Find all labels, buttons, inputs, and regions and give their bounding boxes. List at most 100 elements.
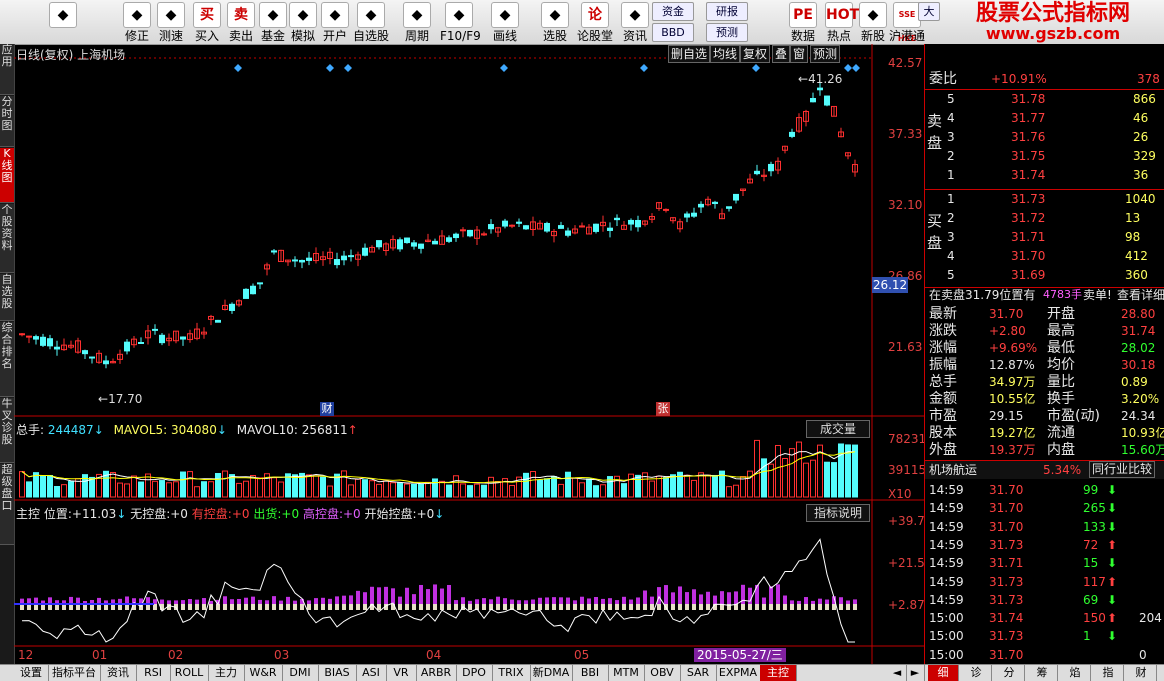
candle: [509, 224, 515, 227]
indicator-bar: [447, 584, 451, 604]
toolbar-item-label: 测速: [158, 29, 183, 43]
toolbar-item[interactable]: ◆ F10/F9: [440, 0, 481, 44]
toolbar-item[interactable]: ◆ 画线: [486, 0, 524, 44]
indicator-tab[interactable]: ASI: [356, 665, 387, 681]
toolbar-item[interactable]: ◆ 周期: [398, 0, 436, 44]
nav-right-icon[interactable]: ►: [906, 665, 925, 681]
indicator-tab[interactable]: W&R: [244, 665, 283, 681]
indicator-tab[interactable]: 指标平台: [48, 665, 101, 681]
chart-control-button[interactable]: 窗: [790, 45, 809, 63]
indicator-tab[interactable]: 资讯: [100, 665, 137, 681]
indicator-tab[interactable]: DMI: [282, 665, 319, 681]
yanbao-button[interactable]: 研报: [706, 2, 748, 21]
left-tab[interactable]: 自选股: [0, 274, 14, 321]
zijin-button[interactable]: 资金: [652, 2, 694, 21]
indicator-tab[interactable]: BBI: [572, 665, 609, 681]
toolbar-item[interactable]: 买买入: [188, 0, 226, 44]
chart-control-button[interactable]: 预测: [810, 45, 841, 63]
da-button[interactable]: 大: [918, 2, 940, 21]
detail-tab[interactable]: 财: [1126, 665, 1157, 681]
chart-control-button[interactable]: 均线: [710, 45, 741, 63]
notice-tail: 卖单!: [1083, 288, 1112, 302]
toolbar-item[interactable]: ◆ 资讯: [616, 0, 654, 44]
volume-bar: [404, 483, 410, 498]
toolbar-item[interactable]: ◆: [44, 0, 82, 44]
toolbar-item[interactable]: ◆ 修正: [118, 0, 156, 44]
indicator-tab[interactable]: MTM: [608, 665, 645, 681]
toolbar-item[interactable]: 论论股堂: [576, 0, 614, 44]
volume-bar: [194, 486, 200, 498]
industry-compare-button[interactable]: 同行业比较: [1089, 461, 1156, 478]
detail-tab[interactable]: 诊: [961, 665, 992, 681]
volume-bar: [649, 480, 655, 498]
left-tab[interactable]: 超级盘口: [0, 464, 14, 545]
indicator-tab[interactable]: SAR: [680, 665, 717, 681]
ind-l2: 有控盘:: [191, 507, 232, 521]
indicator-tab[interactable]: ROLL: [170, 665, 209, 681]
indicator-tab[interactable]: DPO: [456, 665, 493, 681]
indicator-base-bar: [846, 604, 850, 610]
detail-tab[interactable]: 焰: [1060, 665, 1091, 681]
notice-link[interactable]: 查看详细: [1117, 286, 1164, 304]
indicator-bar: [818, 598, 822, 604]
toolbar-item[interactable]: ◆ 选股: [536, 0, 574, 44]
detail-tab[interactable]: 筹: [1027, 665, 1058, 681]
volume-indicator-button[interactable]: 成交量: [806, 420, 870, 438]
indicator-tab[interactable]: ARBR: [416, 665, 457, 681]
tick-time: 15:00: [929, 647, 964, 662]
indicator-tab[interactable]: 设置: [14, 665, 49, 681]
left-tab[interactable]: 牛叉诊股: [0, 398, 14, 463]
indicator-bar: [650, 596, 654, 604]
nav-left-icon[interactable]: ◄: [888, 665, 907, 681]
chart-control-button[interactable]: 复权: [740, 45, 771, 63]
indicator-tab[interactable]: BIAS: [318, 665, 357, 681]
candle: [152, 328, 158, 331]
toolbar-item[interactable]: ◆ 测速: [152, 0, 190, 44]
tick-price: 31.73: [989, 629, 1024, 644]
bbd-button[interactable]: BBD: [652, 23, 694, 42]
indicator-tab[interactable]: VR: [386, 665, 417, 681]
yuce-button[interactable]: 预测: [706, 23, 748, 42]
kline-chart[interactable]: [14, 44, 924, 664]
indicator-bar: [622, 596, 626, 604]
kline-chart-area[interactable]: 日线(复权) 上海机场 删自选 均线 复权叠窗预测 42.57 37.33 32.1…: [14, 44, 932, 664]
indicator-tab[interactable]: TRIX: [492, 665, 531, 681]
indicator-tab[interactable]: RSI: [136, 665, 171, 681]
detail-tab[interactable]: 指: [1093, 665, 1124, 681]
toolbar-item[interactable]: ◆ 自选股: [352, 0, 390, 44]
volume-bar: [271, 477, 277, 498]
indicator-bar: [846, 600, 850, 604]
detail-tab[interactable]: 分: [994, 665, 1025, 681]
finance-marker[interactable]: 财: [320, 402, 334, 416]
indicator-base-bar: [531, 604, 535, 610]
toolbar-item[interactable]: HOT 热点: [820, 0, 859, 44]
left-tab[interactable]: 应用: [0, 44, 14, 95]
tick-price: 31.71: [989, 556, 1024, 571]
indicator-help-button[interactable]: 指标说明: [806, 504, 870, 522]
price-axis-label: 42.57: [888, 56, 923, 70]
indicator-tab[interactable]: 主力: [208, 665, 245, 681]
chart-control-button[interactable]: 叠: [772, 45, 791, 63]
indicator-tab[interactable]: 新DMA: [530, 665, 573, 681]
left-tab[interactable]: 综合排名: [0, 322, 14, 397]
left-tab[interactable]: 个股资料: [0, 204, 14, 273]
detail-tab[interactable]: 细: [928, 665, 959, 681]
chart-control-button[interactable]: 删自选: [668, 45, 711, 63]
indicator-tab[interactable]: 主控: [760, 665, 797, 681]
toolbar-item[interactable]: ◆ 开户: [316, 0, 354, 44]
rise-marker[interactable]: 张: [656, 402, 670, 416]
indicator-base-bar: [839, 604, 843, 610]
left-tab[interactable]: K线图: [0, 148, 14, 203]
indicator-tab[interactable]: EXPMA: [716, 665, 761, 681]
industry-label: 机场航运: [929, 463, 978, 477]
left-tab[interactable]: 分时图: [0, 96, 14, 147]
stat-label: 流通: [1047, 425, 1075, 441]
screen-icon: ◆: [541, 2, 569, 28]
indicator-tab[interactable]: OBV: [644, 665, 681, 681]
toolbar-item[interactable]: ◆ 新股: [854, 0, 892, 44]
ind-v5: +0: [416, 507, 435, 521]
toolbar-item[interactable]: PE 数据: [784, 0, 822, 44]
volume-bar: [796, 441, 802, 498]
candle: [810, 98, 816, 103]
notice-row[interactable]: 在卖盘31.79位置有 4783手 卖单! 查看详细: [925, 286, 1164, 304]
